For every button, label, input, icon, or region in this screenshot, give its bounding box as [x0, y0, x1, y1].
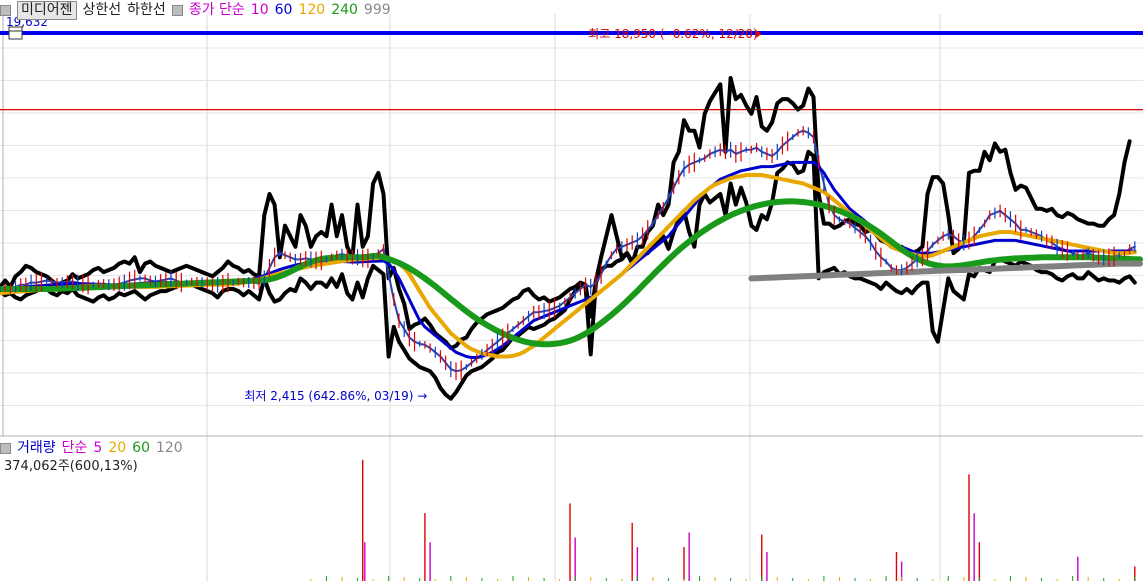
price-pane-header: 미디어젠 상한선 하한선 종가 단순 10 60 120 240 999 — [0, 0, 391, 20]
high-annotation: 최고 18,950 ( -0.62%, 12/20) — [588, 27, 758, 41]
ma-period-120[interactable]: 120 — [298, 0, 325, 20]
volume-menu-icon[interactable] — [0, 442, 11, 454]
pane-menu-icon[interactable] — [0, 4, 11, 16]
ma-lines — [0, 76, 1143, 401]
ma-line-10 — [0, 129, 1136, 373]
volume-value-text: 374,062주(600,13%) — [4, 459, 138, 474]
ma-period-60[interactable]: 60 — [275, 0, 293, 20]
low-annotation: 최저 2,415 (642.86%, 03/19) → — [244, 389, 427, 403]
lower-limit-label[interactable]: 하한선 — [127, 0, 166, 20]
ma-type-label[interactable]: 종가 단순 — [189, 0, 245, 20]
ma-period-10[interactable]: 10 — [251, 0, 269, 20]
ma-settings-icon[interactable] — [171, 4, 183, 16]
price-chart-svg: 19,632최고 18,950 ( -0.62%, 12/20)최저 2,415… — [0, 14, 1143, 581]
reference-lines — [0, 31, 1143, 111]
ma-period-240[interactable]: 240 — [331, 0, 358, 20]
stock-name-button[interactable]: 미디어젠 — [17, 0, 77, 20]
volume-bars — [310, 459, 1136, 581]
ma-period-999[interactable]: 999 — [364, 0, 391, 20]
ma-line-60 — [0, 160, 1137, 359]
stock-chart: 19,632 최고 18,950 ( -0.62%, 12/20) 최저 2,415… — [0, 0, 1143, 581]
upper-limit-label[interactable]: 상한선 — [83, 0, 122, 20]
calendar-icon — [8, 26, 23, 40]
volume-ma-120[interactable]: 120 — [156, 438, 183, 458]
